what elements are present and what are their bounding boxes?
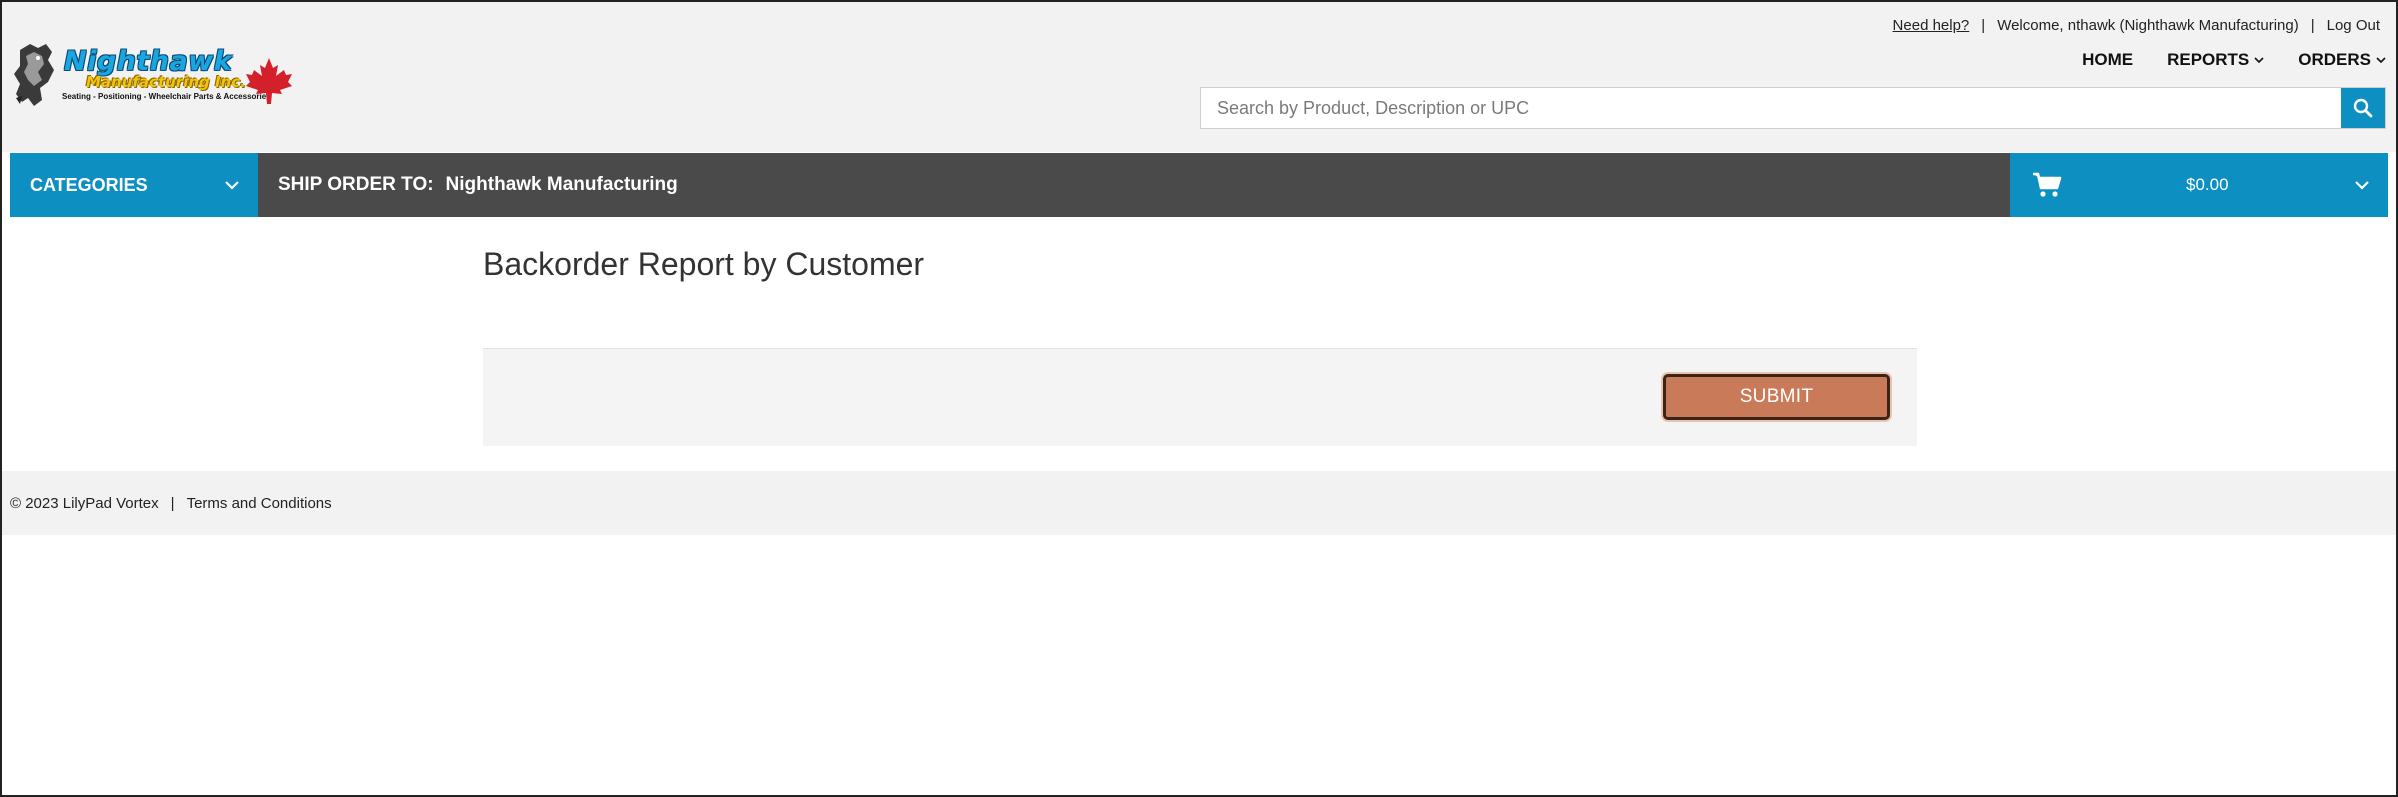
cart-icon bbox=[2033, 172, 2062, 197]
separator: | bbox=[2310, 17, 2315, 34]
chevron-down-icon bbox=[2254, 56, 2264, 63]
search-button[interactable] bbox=[2341, 88, 2385, 128]
separator: | bbox=[170, 494, 175, 512]
chevron-down-icon bbox=[2355, 181, 2369, 190]
search-box bbox=[1200, 87, 2386, 129]
cart-dropdown[interactable]: $0.00 bbox=[2010, 153, 2388, 217]
nav-orders[interactable]: ORDERS bbox=[2298, 50, 2386, 70]
report-form-panel: SUBMIT bbox=[483, 348, 1917, 446]
action-bar: CATEGORIES SHIP ORDER TO: Nighthawk Manu… bbox=[10, 153, 2388, 217]
site-logo[interactable]: Nighthawk Manufacturing Inc. Seating - P… bbox=[12, 42, 297, 112]
maple-leaf-icon bbox=[246, 58, 292, 104]
logo-subtitle: Manufacturing Inc. bbox=[86, 73, 246, 91]
ship-order-to[interactable]: SHIP ORDER TO: Nighthawk Manufacturing bbox=[258, 153, 2010, 217]
main-nav: HOME REPORTS ORDERS bbox=[2082, 50, 2386, 70]
categories-dropdown[interactable]: CATEGORIES bbox=[10, 153, 258, 217]
nav-orders-label: ORDERS bbox=[2298, 50, 2371, 69]
search-input[interactable] bbox=[1201, 88, 2341, 128]
chevron-down-icon bbox=[2376, 56, 2386, 63]
logo-tagline: Seating - Positioning - Wheelchair Parts… bbox=[62, 92, 271, 101]
site-header: Nighthawk Manufacturing Inc. Seating - P… bbox=[2, 2, 2396, 152]
search-icon bbox=[2353, 98, 2373, 118]
copyright-text: © 2023 LilyPad Vortex bbox=[10, 494, 159, 512]
page-title: Backorder Report by Customer bbox=[483, 246, 925, 282]
nav-home-label: HOME bbox=[2082, 50, 2134, 69]
nav-reports-label: REPORTS bbox=[2167, 50, 2250, 69]
nav-reports[interactable]: REPORTS bbox=[2167, 50, 2264, 70]
site-footer: © 2023 LilyPad Vortex | Terms and Condit… bbox=[2, 471, 2396, 535]
ship-order-value: Nighthawk Manufacturing bbox=[445, 174, 678, 195]
separator: | bbox=[1981, 17, 1986, 34]
cart-total: $0.00 bbox=[2186, 175, 2229, 194]
top-links: Need help? | Welcome, nthawk (Nighthawk … bbox=[1893, 17, 2380, 34]
categories-label: CATEGORIES bbox=[30, 174, 148, 195]
terms-link[interactable]: Terms and Conditions bbox=[187, 495, 332, 512]
submit-button[interactable]: SUBMIT bbox=[1663, 374, 1890, 420]
welcome-text: Welcome, nthawk (Nighthawk Manufacturing… bbox=[1997, 17, 2299, 34]
logo-title: Nighthawk bbox=[64, 46, 233, 77]
chevron-down-icon bbox=[225, 181, 239, 190]
need-help-link[interactable]: Need help? bbox=[1893, 17, 1970, 34]
nav-home[interactable]: HOME bbox=[2082, 50, 2133, 70]
ship-order-label: SHIP ORDER TO: bbox=[278, 174, 434, 195]
logout-link[interactable]: Log Out bbox=[2327, 17, 2380, 34]
